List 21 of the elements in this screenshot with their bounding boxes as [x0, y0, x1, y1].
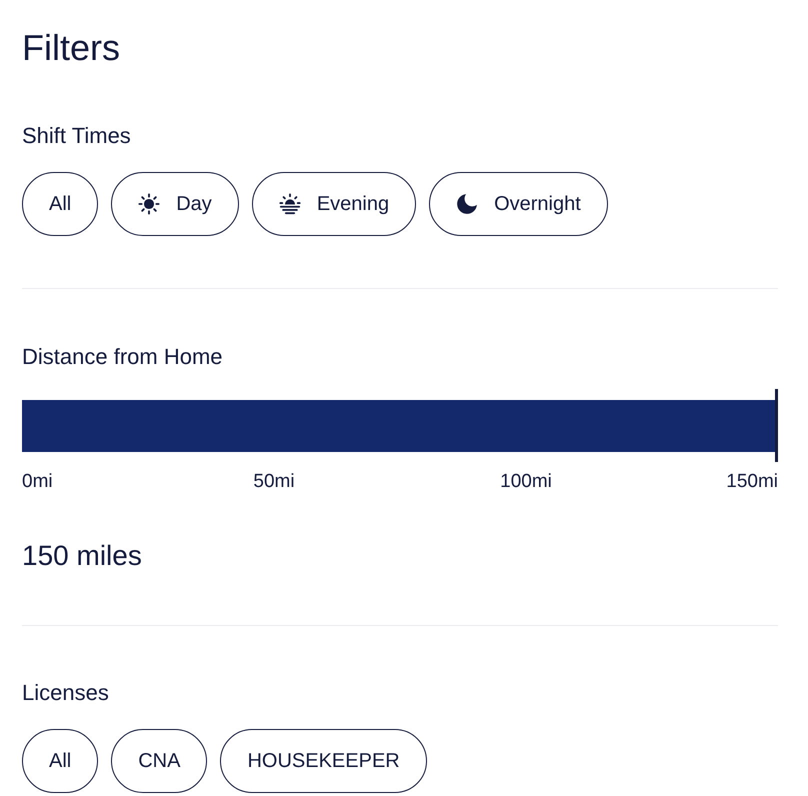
section-heading: Shift Times [22, 122, 132, 150]
distance-slider[interactable] [22, 389, 778, 462]
filter-chip[interactable]: CNA [111, 729, 208, 793]
scale-label: 50mi [253, 470, 295, 494]
filter-chip[interactable]: Evening [252, 172, 416, 236]
scale-label: 0mi [22, 470, 53, 494]
filter-chip[interactable]: HOUSEKEEPER [220, 729, 427, 793]
section-heading: Distance from Home [22, 343, 224, 371]
scale-label: 100mi [500, 470, 552, 494]
distance-value: 150 miles [22, 539, 143, 573]
sunset-icon [278, 193, 301, 215]
filter-chip[interactable]: All [22, 729, 98, 793]
sun-icon [138, 193, 160, 215]
filter-chip[interactable]: Overnight [429, 172, 608, 236]
section-heading: Licenses [22, 679, 110, 707]
slider-handle[interactable] [775, 389, 778, 462]
moon-icon [456, 193, 478, 215]
scale-label: 150mi [726, 470, 778, 494]
page-title: Filters [22, 26, 121, 70]
filter-chip[interactable]: Day [111, 172, 239, 236]
filter-chip[interactable]: All [22, 172, 98, 236]
